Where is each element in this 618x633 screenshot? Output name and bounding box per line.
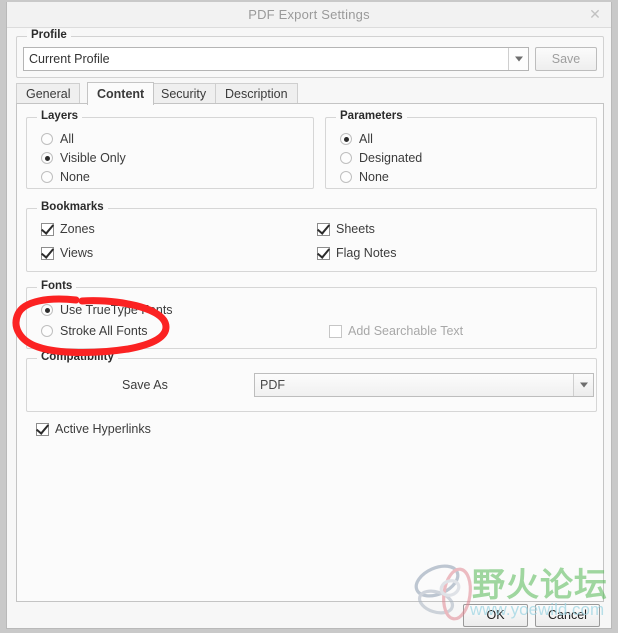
checkbox-icon [41,247,54,260]
radio-label: All [359,132,373,146]
radio-icon [41,304,53,316]
window-inner: PDF Export Settings ✕ Profile Current Pr… [6,2,612,629]
checkbox-icon [329,325,342,338]
radio-icon [340,171,352,183]
radio-label: None [60,170,90,184]
radio-icon [41,152,53,164]
title-bar: PDF Export Settings ✕ [7,2,611,28]
checkbox-label: Zones [60,222,95,236]
fonts-group: Fonts Use TrueType Fonts Stroke All Font… [26,280,597,349]
checkbox-icon [41,223,54,236]
radio-label: Designated [359,151,423,165]
tab-bar: General Content Security Description [16,82,604,105]
close-icon[interactable]: ✕ [587,6,603,22]
profile-row: Current Profile Save [23,47,597,71]
compatibility-legend: Compatibility [37,351,118,363]
radio-icon [41,325,53,337]
chevron-down-glyph [579,382,588,388]
radio-label: Visible Only [60,151,126,165]
content-panel: Layers All Visible Only None Parameters [16,103,604,602]
checkbox-icon [36,423,49,436]
radio-label: All [60,132,74,146]
checkbox-label: Flag Notes [336,246,397,260]
radio-icon [41,133,53,145]
layers-group: Layers All Visible Only None [26,110,314,189]
radio-label: Stroke All Fonts [60,324,148,338]
save-profile-button[interactable]: Save [535,47,597,71]
radio-icon [340,133,352,145]
parameters-legend: Parameters [336,110,407,122]
parameters-group: Parameters All Designated None [325,110,597,189]
tab-description[interactable]: Description [215,83,298,104]
checkbox-icon [317,223,330,236]
checkbox-label: Sheets [336,222,375,236]
chevron-down-glyph [514,56,523,62]
checkbox-label: Active Hyperlinks [55,422,151,436]
cancel-button[interactable]: Cancel [535,604,600,627]
pdf-export-settings-window: PDF Export Settings ✕ Profile Current Pr… [0,0,618,633]
tab-general[interactable]: General [16,83,81,104]
bookmarks-legend: Bookmarks [37,201,108,213]
checkbox-label: Views [60,246,94,260]
profile-legend: Profile [27,29,71,41]
profile-value: Current Profile [29,52,110,66]
radio-label: Use TrueType Fonts [60,303,173,317]
tab-security[interactable]: Security [151,83,217,104]
checkbox-icon [317,247,330,260]
compatibility-group: Compatibility Save As PDF [26,351,597,412]
radio-icon [41,171,53,183]
checkbox-label: Add Searchable Text [348,324,464,338]
tab-content[interactable]: Content [87,82,155,105]
save-as-combobox[interactable]: PDF [254,373,594,397]
save-as-value: PDF [260,378,285,392]
profile-group: Profile Current Profile Save [16,29,604,78]
window-title: PDF Export Settings [248,7,370,22]
profile-combobox[interactable]: Current Profile [23,47,529,71]
chevron-down-icon[interactable] [573,374,593,396]
bookmarks-group: Bookmarks Zones Views Sheets Flag Notes [26,201,597,272]
radio-label: None [359,170,389,184]
ok-button[interactable]: OK [463,604,528,627]
radio-icon [340,152,352,164]
fonts-legend: Fonts [37,280,77,292]
dialog-footer: OK Cancel [16,602,604,629]
layers-legend: Layers [37,110,83,122]
chevron-down-icon[interactable] [508,48,528,70]
save-as-label: Save As [122,378,168,392]
